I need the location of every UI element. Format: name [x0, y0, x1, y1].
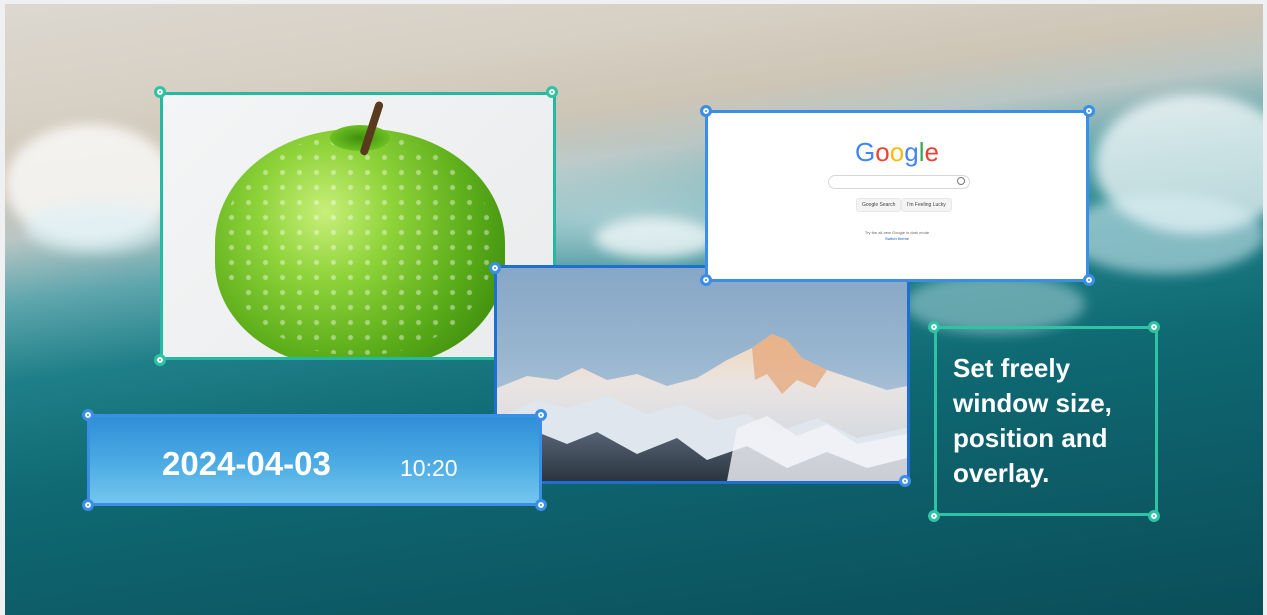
- water-drops: [223, 135, 493, 355]
- resize-handle-icon[interactable]: [82, 499, 94, 511]
- google-logo: Google: [708, 137, 1086, 168]
- apple-top: [330, 125, 390, 151]
- resize-handle-icon[interactable]: [700, 105, 712, 117]
- resize-handle-icon[interactable]: [700, 274, 712, 286]
- resize-handle-icon[interactable]: [535, 499, 547, 511]
- wave-foam-left-low: [25, 204, 165, 254]
- resize-handle-icon[interactable]: [1148, 510, 1160, 522]
- resize-handle-icon[interactable]: [1148, 321, 1160, 333]
- text-widget[interactable]: Set freely window size, position and ove…: [934, 326, 1158, 516]
- resize-handle-icon[interactable]: [489, 262, 501, 274]
- resize-handle-icon[interactable]: [535, 409, 547, 421]
- search-icon: [957, 177, 965, 185]
- date-label: 2024-04-03: [162, 445, 331, 482]
- wave-foam-right-low: [1065, 194, 1263, 274]
- google-logo-letter: e: [924, 137, 939, 167]
- resize-handle-icon[interactable]: [154, 86, 166, 98]
- switch-theme-link[interactable]: Switch theme: [708, 236, 1086, 242]
- caption-text: Set freely window size, position and ove…: [953, 353, 1112, 488]
- google-logo-letter: o: [875, 137, 890, 167]
- google-logo-letter: o: [889, 137, 905, 167]
- wave-foam-center: [595, 218, 715, 258]
- resize-handle-icon[interactable]: [928, 321, 940, 333]
- resize-handle-icon[interactable]: [154, 354, 166, 366]
- google-logo-letter: G: [855, 137, 876, 167]
- resize-handle-icon[interactable]: [82, 409, 94, 421]
- time-label: 10:20: [400, 455, 458, 481]
- resize-handle-icon[interactable]: [1083, 274, 1095, 286]
- mountain-image: [497, 334, 907, 481]
- mountain-image-window[interactable]: [494, 265, 910, 484]
- feeling-lucky-button[interactable]: I'm Feeling Lucky: [901, 198, 952, 212]
- resize-handle-icon[interactable]: [899, 475, 911, 487]
- google-search-input[interactable]: [828, 175, 970, 189]
- resize-handle-icon[interactable]: [1083, 105, 1095, 117]
- google-search-button[interactable]: Google Search: [856, 198, 902, 212]
- google-footer: Try the all-new Google in dark mode Swit…: [708, 230, 1086, 242]
- date-time-widget[interactable]: 2024-04-03 10:20: [87, 414, 542, 506]
- google-logo-letter: g: [904, 137, 919, 167]
- resize-handle-icon[interactable]: [928, 510, 940, 522]
- browser-window-google[interactable]: Google Google Search I'm Feeling Lucky T…: [705, 110, 1089, 282]
- desktop-background: Google Google Search I'm Feeling Lucky T…: [5, 4, 1263, 615]
- resize-handle-icon[interactable]: [546, 86, 558, 98]
